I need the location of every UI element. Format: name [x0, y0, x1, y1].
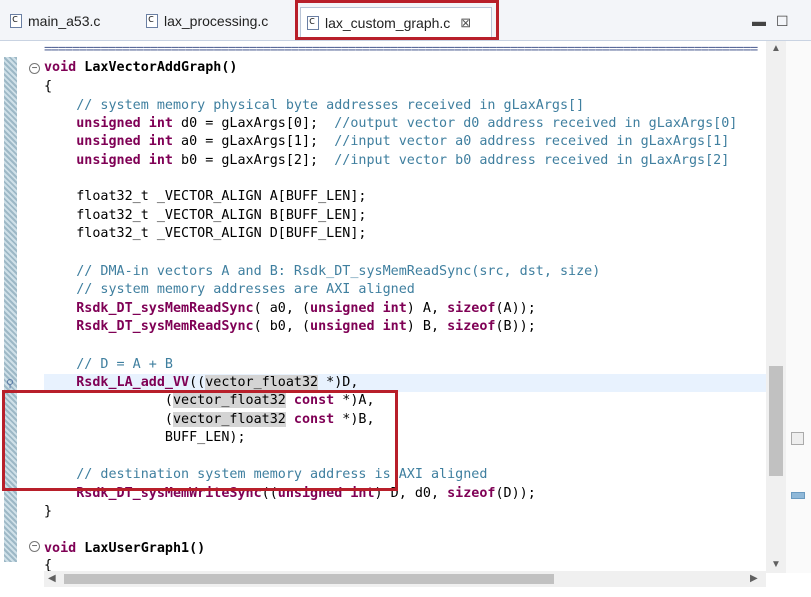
code-line: void LaxUserGraph1(): [44, 541, 206, 556]
comment-line: // system memory physical byte addresses…: [44, 98, 585, 113]
tab-main-a53[interactable]: main_a53.c: [4, 8, 124, 34]
code-line: float32_t _VECTOR_ALIGN A[BUFF_LEN];: [44, 189, 367, 204]
c-file-icon: [10, 12, 22, 28]
code-line: Rsdk_DT_sysMemReadSync( a0, (unsigned in…: [44, 301, 536, 316]
horizontal-scrollbar[interactable]: ◀ ▶: [44, 571, 766, 587]
minimize-icon[interactable]: ▬: [752, 13, 766, 29]
code-line: Rsdk_DT_sysMemReadSync( b0, (unsigned in…: [44, 319, 536, 334]
horizontal-scroll-thumb[interactable]: [64, 574, 554, 584]
separator-comment: ========================================…: [44, 42, 758, 57]
code-editor[interactable]: ⚲ − − ==================================…: [0, 41, 811, 597]
fold-collapse-icon[interactable]: −: [29, 63, 40, 74]
overview-ruler[interactable]: [786, 41, 811, 573]
vertical-scrollbar[interactable]: ▲ ▼: [766, 41, 786, 573]
maximize-icon[interactable]: ☐: [776, 13, 789, 30]
scroll-down-icon[interactable]: ▼: [771, 559, 781, 570]
fold-collapse-icon[interactable]: −: [29, 541, 40, 552]
code-line: unsigned int d0 = gLaxArgs[0]; //output …: [44, 116, 738, 131]
overview-marker-icon[interactable]: [791, 432, 804, 445]
code-line: float32_t _VECTOR_ALIGN D[BUFF_LEN];: [44, 226, 367, 241]
scroll-left-icon[interactable]: ◀: [48, 573, 56, 584]
scroll-right-icon[interactable]: ▶: [750, 573, 758, 584]
scroll-up-icon[interactable]: ▲: [771, 43, 781, 54]
comment-line: // D = A + B: [44, 357, 173, 372]
comment-line: // system memory addresses are AXI align…: [44, 282, 415, 297]
c-file-icon: [146, 12, 158, 28]
comment-line: // DMA-in vectors A and B: Rsdk_DT_sysMe…: [44, 264, 601, 279]
tab-lax-processing[interactable]: lax_processing.c: [140, 8, 290, 34]
bookmark-icon: ⚲: [6, 378, 15, 390]
tab-label: main_a53.c: [28, 13, 101, 29]
code-highlight-box: [2, 390, 398, 491]
code-area[interactable]: ========================================…: [44, 41, 766, 571]
code-line: {: [44, 558, 53, 571]
code-line: void LaxVectorAddGraph(): [44, 60, 238, 75]
tab-highlight-box: [295, 0, 499, 40]
code-line: unsigned int b0 = gLaxArgs[2]; //input v…: [44, 153, 730, 168]
tab-label: lax_processing.c: [164, 13, 269, 29]
code-line: float32_t _VECTOR_ALIGN B[BUFF_LEN];: [44, 208, 367, 223]
vertical-scroll-thumb[interactable]: [769, 366, 783, 476]
code-line: unsigned int a0 = gLaxArgs[1]; //input v…: [44, 134, 730, 149]
occurrence-marker[interactable]: [791, 492, 805, 499]
code-line: }: [44, 504, 53, 519]
code-line: {: [44, 79, 53, 94]
